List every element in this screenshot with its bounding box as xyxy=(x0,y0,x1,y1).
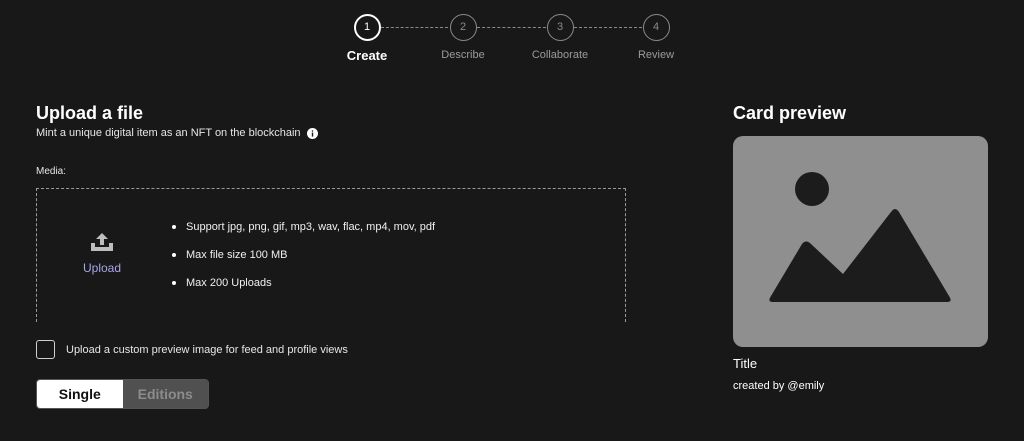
step-number: 4 xyxy=(642,14,670,41)
custom-preview-checkbox[interactable] xyxy=(36,340,55,359)
progress-stepper: 1 Create 2 Describe 3 Collaborate 4 Revi… xyxy=(0,14,1024,74)
upload-icon xyxy=(91,233,113,251)
step-label: Collaborate xyxy=(531,49,589,61)
preview-title: Card preview xyxy=(733,103,847,123)
upload-title: Upload a file xyxy=(36,103,144,123)
step-label: Create xyxy=(346,48,388,63)
step-number: 3 xyxy=(546,14,574,41)
step-create[interactable]: 1 Create xyxy=(317,14,417,63)
step-number: 2 xyxy=(449,14,477,41)
custom-preview-label[interactable]: Upload a custom preview image for feed a… xyxy=(66,344,348,356)
upload-button-label: Upload xyxy=(82,261,122,275)
upload-button[interactable]: Upload xyxy=(77,231,127,275)
custom-preview-option: Upload a custom preview image for feed a… xyxy=(36,340,348,359)
list-item: Max file size 100 MB xyxy=(172,248,435,262)
step-number: 1 xyxy=(353,14,381,41)
upload-subtitle-text: Mint a unique digital item as an NFT on … xyxy=(36,127,301,139)
file-dropzone[interactable]: Upload Support jpg, png, gif, mp3, wav, … xyxy=(36,188,626,322)
upload-subtitle: Mint a unique digital item as an NFT on … xyxy=(36,127,318,139)
card-title: Title xyxy=(733,356,758,371)
bullet-icon xyxy=(172,225,176,229)
step-describe[interactable]: 2 Describe xyxy=(413,14,513,61)
info-icon[interactable] xyxy=(306,127,318,139)
step-label: Describe xyxy=(441,49,485,61)
image-placeholder-icon xyxy=(769,172,951,302)
media-label: Media: xyxy=(36,166,67,177)
step-label: Review xyxy=(637,49,675,61)
requirement-text: Support jpg, png, gif, mp3, wav, flac, m… xyxy=(186,221,436,233)
file-requirements-list: Support jpg, png, gif, mp3, wav, flac, m… xyxy=(172,220,435,304)
step-collaborate[interactable]: 3 Collaborate xyxy=(510,14,610,61)
bullet-icon xyxy=(172,281,176,285)
requirement-text: Max 200 Uploads xyxy=(186,277,272,289)
single-option[interactable]: Single xyxy=(37,380,123,408)
list-item: Max 200 Uploads xyxy=(172,276,435,290)
requirement-text: Max file size 100 MB xyxy=(186,249,288,261)
card-creator: created by @emily xyxy=(733,380,825,392)
step-review[interactable]: 4 Review xyxy=(606,14,706,61)
editions-option[interactable]: Editions xyxy=(122,380,208,408)
preview-card-image xyxy=(733,136,988,347)
bullet-icon xyxy=(172,253,176,257)
edition-type-toggle: Single Editions xyxy=(36,379,209,409)
list-item: Support jpg, png, gif, mp3, wav, flac, m… xyxy=(172,220,435,234)
